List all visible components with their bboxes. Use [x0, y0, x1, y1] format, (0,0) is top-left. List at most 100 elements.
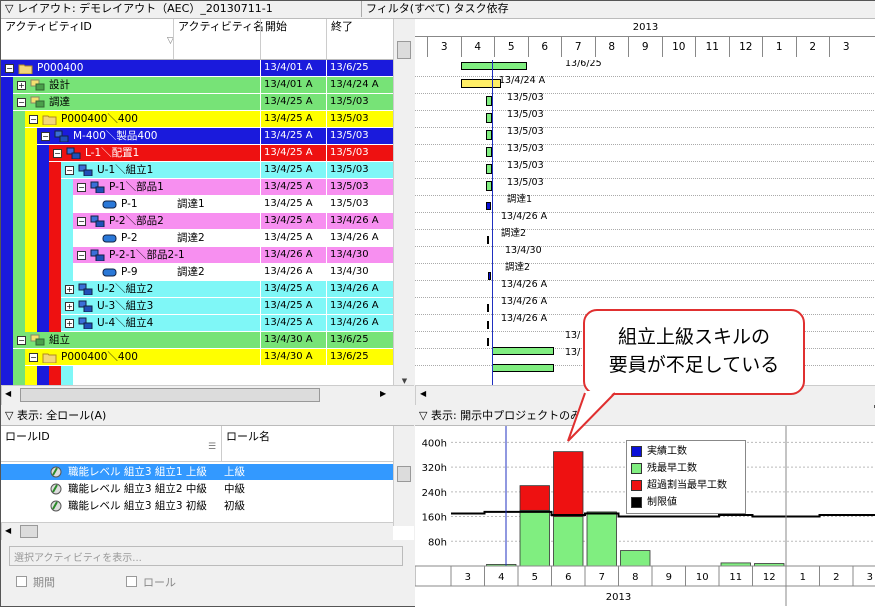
- gantt-label: 13/4/26 A: [501, 296, 548, 307]
- activity-id: L-1＼配置1: [85, 147, 140, 159]
- hist-panel-title[interactable]: ▽ 表示: 開示中プロジェクトのみ: [415, 409, 581, 422]
- role-checkbox[interactable]: [126, 576, 137, 587]
- gantt-bar[interactable]: [487, 304, 489, 312]
- activity-row[interactable]: + U-3＼組立3 13/4/25 A 13/4/26 A: [61, 298, 393, 315]
- collapse-icon[interactable]: −: [53, 149, 62, 158]
- activity-row[interactable]: − P000400 13/4/01 A 13/6/25: [1, 60, 393, 77]
- role-scrollbar[interactable]: [393, 426, 414, 526]
- role-hscroll-thumb[interactable]: [20, 525, 38, 538]
- role-panel-title[interactable]: ▽ 表示: 全ロール(A): [1, 409, 106, 422]
- activity-row[interactable]: − U-1＼組立1 13/4/25 A 13/5/03: [61, 162, 393, 179]
- col-activity-name[interactable]: アクティビティ名: [173, 19, 264, 59]
- expand-icon[interactable]: +: [65, 302, 74, 311]
- gantt-label: 13/4/24 A: [499, 75, 546, 86]
- activity-icon: [102, 268, 117, 277]
- collapse-icon[interactable]: −: [29, 353, 38, 362]
- scroll-right-icon[interactable]: ▶: [380, 389, 386, 398]
- wbs-icon: [78, 300, 93, 312]
- finish-date: 13/5/03: [326, 111, 393, 127]
- activity-row[interactable]: + U-2＼組立2 13/4/25 A 13/4/26 A: [61, 281, 393, 298]
- show-activity-button[interactable]: 選択アクティビティを表示...: [9, 546, 403, 566]
- gantt-bar[interactable]: [492, 364, 554, 372]
- role-scroll-thumb[interactable]: [397, 466, 411, 482]
- collapse-icon[interactable]: −: [41, 132, 50, 141]
- folder-icon: [18, 64, 33, 74]
- role-row[interactable]: 職能レベル 組立3 組立1 上級 上級: [1, 464, 393, 480]
- activity-row[interactable]: − P-2＼部品2 13/4/25 A 13/4/26 A: [73, 213, 393, 230]
- activity-row[interactable]: + 設計 13/4/01 A 13/4/24 A: [13, 77, 393, 94]
- x-tick-label: 11: [729, 572, 742, 583]
- activity-id: P000400＼400: [61, 113, 138, 125]
- scroll-left-icon[interactable]: ◀: [5, 389, 11, 398]
- gantt-bar[interactable]: [486, 202, 491, 210]
- activity-id: 調達: [49, 96, 70, 108]
- gantt-bar[interactable]: [487, 321, 489, 329]
- gantt-bar[interactable]: [487, 236, 489, 244]
- activity-row[interactable]: − M-400＼製品400 13/4/25 A 13/5/03: [37, 128, 393, 145]
- col-activity-id[interactable]: アクティビティID: [1, 19, 92, 35]
- activity-row[interactable]: − P000400＼400 13/4/25 A 13/5/03: [25, 111, 393, 128]
- period-checkbox[interactable]: [16, 576, 27, 587]
- expand-icon[interactable]: +: [65, 319, 74, 328]
- role-hscroll[interactable]: ◀: [1, 522, 393, 540]
- start-date: 13/4/01 A: [260, 77, 326, 93]
- activity-row[interactable]: P-2 調達2 13/4/25 A 13/4/26 A: [73, 230, 393, 247]
- activity-row[interactable]: − 調達 13/4/25 A 13/5/03: [13, 94, 393, 111]
- role-row[interactable]: 職能レベル 組立3 組立3 初級 初級: [1, 498, 393, 514]
- collapse-icon[interactable]: −: [65, 166, 74, 175]
- activity-row[interactable]: − P-2-1＼部品2-1 13/4/26 A 13/4/30: [73, 247, 393, 264]
- gantt-bar[interactable]: [487, 338, 489, 346]
- col-start[interactable]: 開始: [260, 19, 287, 59]
- col-role-name[interactable]: ロール名: [221, 426, 274, 462]
- collapse-icon[interactable]: −: [77, 183, 86, 192]
- wbs-icon: [90, 181, 105, 193]
- collapse-icon[interactable]: −: [77, 251, 86, 260]
- layout-label[interactable]: ▽ レイアウト: デモレイアウト（AEC）_20130711-1: [1, 2, 273, 15]
- task-icon: [30, 96, 45, 108]
- role-row[interactable]: 職能レベル 組立3 組立2 中級 中級: [1, 481, 393, 497]
- grid-hscroll-thumb[interactable]: [20, 388, 320, 402]
- role-scroll-left-icon[interactable]: ◀: [5, 526, 11, 535]
- role-icon: [49, 499, 63, 518]
- scroll-down-icon[interactable]: ▼: [397, 377, 412, 385]
- x-tick-label: 8: [632, 572, 638, 583]
- gantt-row: [415, 162, 875, 179]
- col-finish[interactable]: 終了: [326, 19, 353, 59]
- role-name: 上級: [224, 466, 245, 478]
- activity-name: 調達2: [177, 232, 205, 244]
- gantt-bar[interactable]: [461, 62, 527, 70]
- legend-item: 実績工数: [631, 443, 741, 460]
- grid-scroll-thumb[interactable]: [397, 41, 411, 59]
- activity-row[interactable]: + U-4＼組立4 13/4/25 A 13/4/26 A: [61, 315, 393, 332]
- grid-scrollbar[interactable]: ▼: [393, 19, 414, 389]
- y-tick-label: 400h: [422, 438, 447, 449]
- gantt-label: 13/: [565, 347, 581, 358]
- gantt-bar[interactable]: [488, 272, 491, 280]
- activity-row[interactable]: P-1 調達1 13/4/25 A 13/5/03: [73, 196, 393, 213]
- collapse-icon[interactable]: −: [77, 217, 86, 226]
- collapse-icon[interactable]: −: [29, 115, 38, 124]
- start-date: 13/4/25 A: [260, 94, 326, 110]
- grid-header: アクティビティID ▽ アクティビティ名 開始 終了: [1, 19, 414, 60]
- gantt-bar[interactable]: [492, 347, 554, 355]
- expand-icon[interactable]: +: [65, 285, 74, 294]
- activity-row[interactable]: − P000400＼400 13/4/30 A 13/6/25: [25, 349, 393, 366]
- activity-row[interactable]: − 組立 13/4/30 A 13/6/25: [13, 332, 393, 349]
- activity-row[interactable]: P-9 調達2 13/4/26 A 13/4/30: [73, 264, 393, 281]
- activity-grid: − P000400 13/4/01 A 13/6/25 + 設計 13/4/01 A 13/4…: [1, 60, 393, 385]
- wbs-icon: [78, 317, 93, 329]
- col-role-id[interactable]: ロールID: [5, 428, 50, 444]
- activity-id: P000400＼400: [61, 351, 138, 363]
- activity-row[interactable]: − L-1＼配置1 13/4/25 A 13/5/03: [49, 145, 393, 162]
- grid-hscroll[interactable]: ◀ ▶: [1, 385, 414, 405]
- expand-icon[interactable]: +: [17, 81, 26, 90]
- collapse-icon[interactable]: −: [5, 64, 14, 73]
- gantt-scroll-left-icon[interactable]: ◀: [420, 389, 426, 398]
- collapse-icon[interactable]: −: [17, 336, 26, 345]
- collapse-icon[interactable]: −: [17, 98, 26, 107]
- gantt-bar[interactable]: [461, 79, 501, 88]
- finish-date: 13/6/25: [326, 60, 393, 76]
- activity-row[interactable]: − P-1＼部品1 13/4/25 A 13/5/03: [73, 179, 393, 196]
- callout-line-1: 組立上級スキルの: [617, 326, 770, 348]
- filter-label[interactable]: フィルタ(すべて) タスク依存: [361, 1, 509, 17]
